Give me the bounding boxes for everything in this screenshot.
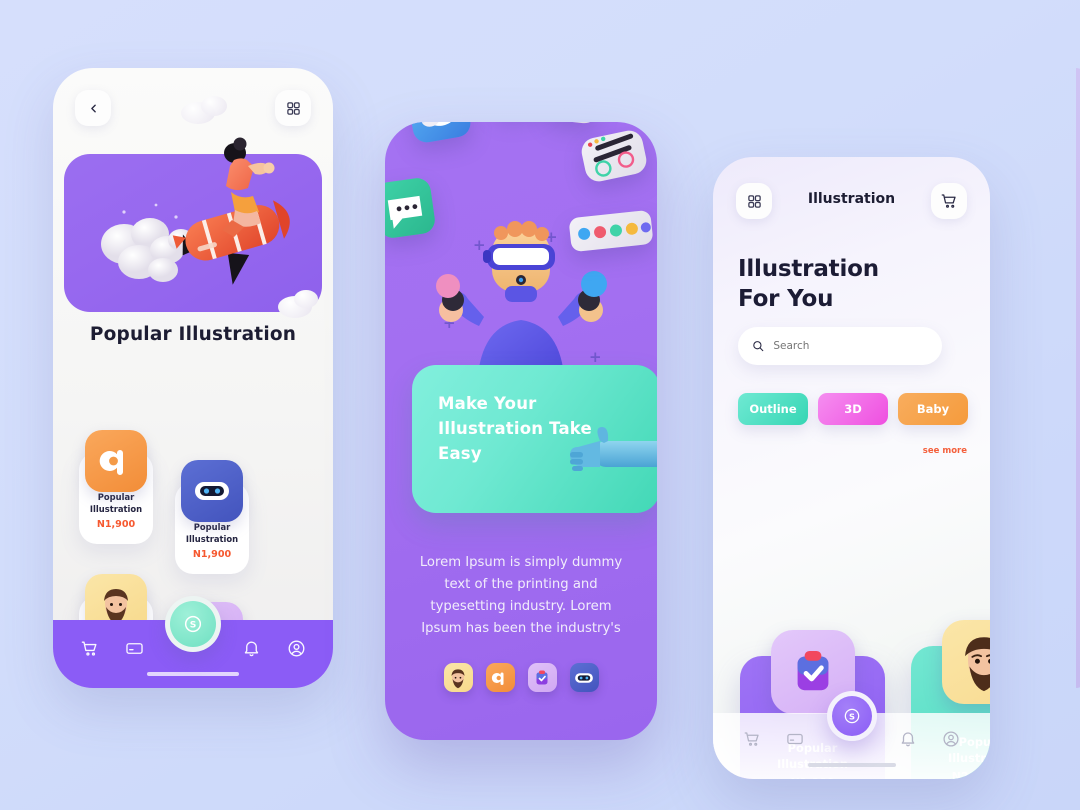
product-name-line2: Illustration [89, 503, 143, 514]
robot-face-icon[interactable] [569, 663, 599, 692]
home-indicator [147, 672, 239, 676]
design-tools-glyph [587, 133, 635, 177]
search-input[interactable] [773, 340, 928, 352]
phone-screen-illustration-store: Illustration Illustration For You Outlin… [713, 157, 990, 779]
bell-icon [901, 732, 915, 747]
promo-body-text: Lorem Ipsum is simply dummy text of the … [419, 555, 623, 636]
letter-a-glyph [99, 450, 123, 475]
see-more-link[interactable]: see more [923, 446, 967, 456]
hero-illustration-card[interactable] [64, 137, 322, 318]
page-title: Illustration For You [738, 254, 879, 314]
weather-cloud-icon[interactable] [405, 122, 473, 145]
phone3-header: Illustration [713, 183, 990, 227]
dollar-coin-icon: S [844, 708, 859, 724]
back-button[interactable] [75, 90, 111, 126]
svg-text:S: S [190, 620, 197, 631]
promo-line-1: Make Your [438, 394, 537, 413]
page-title-line1: Illustration [738, 256, 879, 282]
astronaut-riding-rocket-3d [101, 137, 290, 285]
product-name-line1: Popular [97, 492, 135, 502]
bearded-man-avatar-icon [941, 620, 990, 704]
letter-a-logo-icon[interactable] [485, 663, 515, 692]
promo-banner-card[interactable]: Make Your Illustration Take Easy [412, 365, 657, 513]
robot-face-icon [181, 460, 243, 522]
clipboard-check-glyph [797, 651, 828, 691]
nav-wallet-button[interactable] [125, 639, 144, 658]
product-card[interactable]: PopularIllustration N1,900 [79, 430, 153, 544]
user-icon [943, 731, 959, 747]
phone1-header [53, 68, 333, 156]
search-bar[interactable] [738, 327, 942, 365]
promo-line-2: Illustration Take [438, 419, 592, 438]
filter-chip-baby[interactable]: Baby [898, 393, 968, 425]
grid-menu-button[interactable] [275, 90, 311, 126]
product-price: N1,900 [192, 549, 232, 560]
wallet-icon [787, 733, 803, 745]
filter-chip-outline[interactable]: Outline [738, 393, 808, 425]
svg-text:S: S [849, 711, 855, 721]
phone-screen-popular-illustration: Popular Illustration Popular Illustration… [53, 68, 333, 688]
robot-face-glyph [575, 672, 593, 683]
letter-a-logo-icon [85, 430, 147, 492]
grid-menu-icon [286, 101, 300, 115]
phone1-side-edge [1076, 68, 1080, 688]
nav-profile-button[interactable] [942, 730, 960, 748]
cart-button[interactable] [931, 183, 967, 219]
play-card-glyph [545, 122, 603, 125]
action-fab-button[interactable]: S [826, 691, 877, 741]
cloud-decoration [201, 96, 227, 116]
cart-icon [744, 732, 759, 746]
product-name-line1: Popular [193, 522, 231, 532]
dollar-coin-icon: S [184, 615, 202, 633]
product-card[interactable]: PopularIllustration N1,900 [175, 460, 249, 574]
letter-a-glyph [491, 672, 504, 685]
user-icon [288, 640, 305, 656]
app-icon-row [385, 663, 657, 692]
nav-profile-button[interactable] [287, 639, 306, 658]
weather-cloud-glyph [421, 122, 456, 127]
design-tools-icon[interactable] [579, 128, 649, 184]
bell-icon [244, 641, 259, 656]
chevron-left-icon [90, 104, 96, 112]
nav-cart-button[interactable] [80, 639, 99, 658]
clipboard-check-icon[interactable] [527, 663, 557, 692]
product-price: N1,900 [96, 519, 136, 530]
play-card-icon[interactable] [545, 122, 603, 125]
chat-bubble-glyph [387, 195, 423, 229]
nav-notifications-button[interactable] [899, 730, 917, 748]
wallet-icon [126, 642, 143, 654]
cart-icon [941, 194, 956, 208]
nav-notifications-button[interactable] [242, 639, 261, 658]
product-name-line2: Illustration [185, 533, 239, 544]
action-fab-button[interactable]: S [165, 596, 221, 652]
chat-bubble-icon[interactable] [385, 176, 437, 240]
phone-screen-onboarding: + + + + Make Your Illustration Take Easy… [385, 122, 657, 740]
filter-chip-3d[interactable]: 3D [818, 393, 888, 425]
robot-face-glyph [195, 482, 229, 500]
section-title: Popular Illustration [89, 324, 297, 345]
clipboard-check-glyph [536, 670, 548, 684]
nav-wallet-button[interactable] [786, 730, 804, 748]
cart-icon [81, 640, 97, 656]
nav-cart-button[interactable] [743, 730, 761, 748]
bearded-man-glyph [451, 668, 465, 688]
bearded-man-avatar-icon[interactable] [443, 663, 473, 692]
promo-line-3: Easy [438, 444, 482, 463]
page-title-line2: For You [738, 286, 834, 312]
home-indicator [807, 763, 896, 767]
bearded-man-glyph [964, 637, 990, 692]
screen-canvas: Popular Illustration Popular Illustration… [0, 0, 1080, 810]
search-icon [753, 341, 764, 352]
cloud-decoration [294, 290, 318, 308]
